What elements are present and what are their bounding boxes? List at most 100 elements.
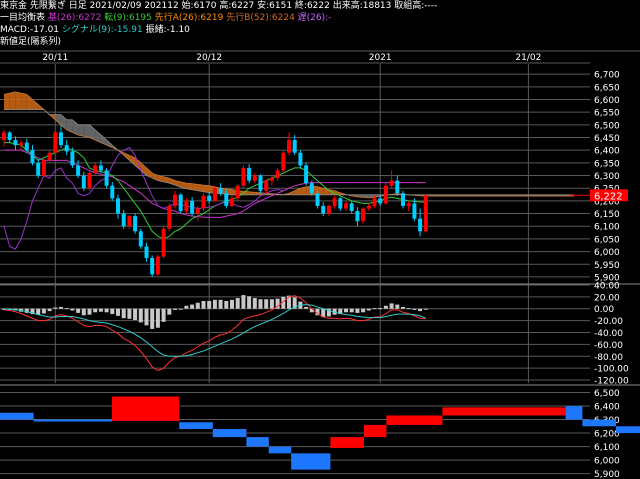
histogram-bar	[41, 308, 46, 314]
candle-body	[138, 231, 143, 247]
candle-body	[378, 198, 383, 204]
candle-body	[178, 194, 183, 212]
cloud-segment	[9, 91, 16, 110]
candle-body	[24, 142, 29, 151]
candle-body	[287, 140, 291, 153]
newprice-bar	[33, 419, 112, 422]
ichimoku-base-value: 基(26):6272	[47, 13, 102, 23]
histogram-bar	[87, 308, 92, 315]
signal-value: シグナル(9):-15.91	[61, 25, 143, 35]
candle-body	[64, 145, 69, 152]
histogram-bar	[53, 307, 58, 309]
price-tick-label: 5,950	[594, 261, 620, 271]
newprice-panel[interactable]: 6,5006,4006,3006,2006,1006,0005,900	[0, 384, 640, 479]
histogram-bar	[224, 301, 229, 309]
histogram-bar	[127, 308, 132, 319]
price-tick-label: 6,350	[594, 159, 620, 169]
histogram-bar	[167, 308, 172, 315]
candle-body	[383, 185, 388, 204]
macd-tick-label: -20.00	[594, 317, 623, 327]
candle-body	[127, 216, 132, 227]
macd-panel[interactable]: 40.00 20.00 0.00 -20.00 -40.00 -60.00 -80.00 -1…	[0, 281, 640, 387]
price-panel[interactable]: 6,700 6,650 6,600 6,550 6,500 6,450 6,400 6,350…	[0, 48, 640, 288]
ichimoku-conv-value: 転(9):6195	[104, 13, 152, 23]
price-tick-label: 6,050	[594, 235, 620, 245]
candle-body	[406, 203, 411, 206]
candle-body	[275, 170, 280, 179]
candle-body	[292, 140, 297, 153]
candle-body	[372, 198, 377, 206]
candle-body	[412, 203, 417, 219]
histogram-bar	[218, 299, 223, 309]
macd-value: MACD:-17.01	[0, 25, 60, 35]
candle-body	[110, 185, 115, 199]
chart-area[interactable]: 6,700 6,650 6,600 6,550 6,500 6,450 6,400 6,350…	[0, 48, 640, 479]
candle-body	[87, 173, 92, 189]
candle-body	[201, 195, 206, 209]
candle-body	[258, 175, 263, 191]
histogram-bar	[155, 308, 160, 328]
candle-body	[321, 205, 326, 214]
candle-body	[173, 194, 177, 206]
histogram-bar	[401, 306, 405, 309]
ichimoku-spanB-value: 先行B(52):6224	[226, 13, 295, 23]
histogram-bar	[372, 308, 377, 310]
candle-body	[338, 198, 343, 209]
price-tick-label: 6,700	[594, 71, 620, 81]
macd-tick-label: -60.00	[594, 341, 623, 351]
price-tick-label: 6,650	[594, 83, 620, 93]
histogram-bar	[201, 301, 206, 309]
histogram-bar	[269, 299, 274, 309]
price-tick-label: 6,300	[594, 172, 620, 182]
candle-body	[155, 256, 160, 275]
newprice-tick-label: 6,000	[594, 457, 620, 467]
header-quote-line: 東京金 先限繋ぎ 日足 2021/02/09 202112 始:6170 高:6…	[0, 1, 437, 12]
quote-text: 東京金 先限繋ぎ 日足 2021/02/09 202112 始:6170 高:6…	[0, 1, 438, 11]
newprice-bar	[246, 437, 269, 447]
histogram-bar	[121, 308, 126, 319]
price-tick-label: 6,400	[594, 147, 620, 157]
candle-body	[361, 208, 366, 222]
cloud-segment	[21, 93, 27, 110]
newprice-tick-label: 5,900	[594, 470, 620, 479]
histogram-bar	[349, 308, 354, 313]
candle-body	[264, 180, 269, 191]
candle-body	[133, 216, 138, 232]
newprice-bar	[0, 412, 34, 420]
histogram-bar	[418, 308, 423, 312]
histogram-bar	[116, 308, 120, 316]
candle-body	[76, 165, 81, 176]
price-tick-label: 6,150	[594, 210, 620, 220]
candle-body	[395, 180, 400, 194]
candle-body	[212, 188, 217, 201]
histogram-bar	[70, 308, 75, 311]
header-macd-line: MACD:-17.01 シグナル(9):-15.91 振緒:-1.10	[0, 25, 190, 36]
candle-body	[366, 205, 371, 209]
ichimoku-lag-value: 遅(26):-	[297, 13, 332, 23]
candle-body	[195, 208, 200, 214]
candle-body	[190, 200, 195, 214]
histogram-bar	[150, 308, 155, 329]
date-tick-label: 2021	[369, 53, 392, 63]
histogram-bar	[241, 295, 246, 309]
candle-body	[104, 170, 109, 186]
histogram-bar	[207, 301, 212, 309]
histogram-bar	[383, 305, 388, 309]
price-tick-label: 6,000	[594, 248, 620, 258]
candle-body	[41, 160, 46, 176]
candle-body	[36, 162, 41, 176]
histogram-bar	[93, 308, 98, 313]
candle-body	[167, 205, 172, 229]
histogram-bar	[389, 303, 394, 309]
macd-tick-label: -80.00	[594, 353, 623, 363]
candle-body	[98, 165, 103, 171]
histogram-bar	[304, 306, 309, 309]
histogram-bar	[178, 308, 183, 310]
histogram-bar	[264, 299, 269, 309]
histogram-bar	[104, 308, 109, 313]
macd-tick-label: 0.00	[594, 305, 614, 315]
candle-body	[230, 198, 234, 206]
histogram-bar	[138, 308, 143, 323]
current-price-label: 6,222	[594, 191, 623, 202]
macd-tick-label: -40.00	[594, 329, 623, 339]
